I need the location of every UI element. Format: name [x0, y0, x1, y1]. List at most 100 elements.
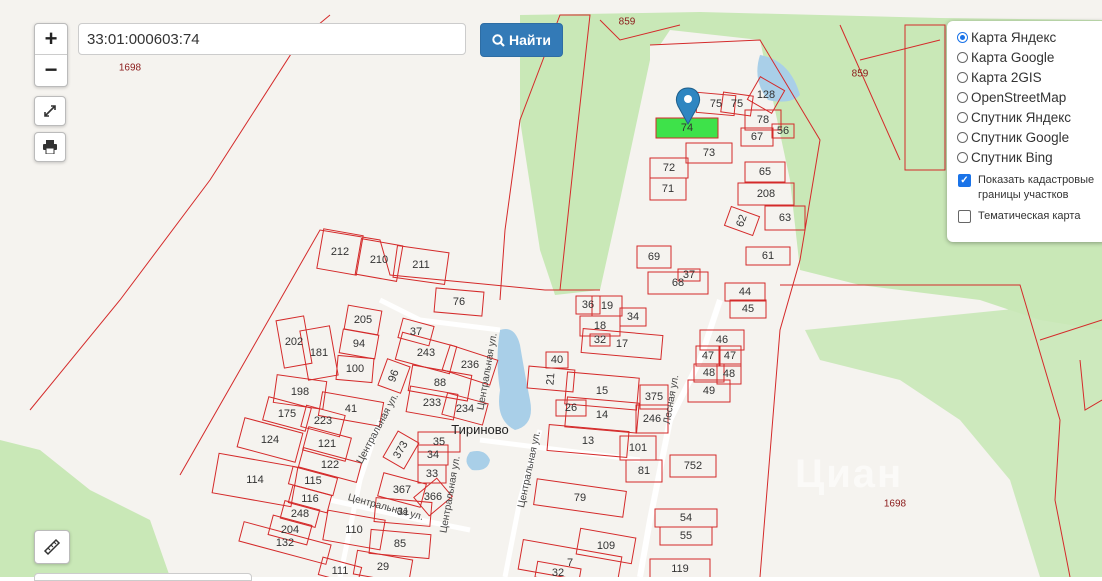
- plot-number-label: 75: [710, 98, 722, 110]
- plot-number-label: 211: [412, 259, 430, 271]
- plot-number-label: 88: [434, 377, 446, 389]
- layer-option[interactable]: Спутник Google: [957, 127, 1102, 147]
- plot-number-label: 35: [433, 436, 445, 448]
- plot-number-label: 85: [394, 538, 406, 550]
- place-label: Тириново: [451, 422, 509, 437]
- search-icon: [492, 33, 505, 47]
- checkbox-checked-icon[interactable]: [958, 174, 971, 187]
- plot-number-label: 223: [314, 415, 332, 427]
- zoom-in-button[interactable]: +: [35, 24, 67, 55]
- plot-number-label: 7: [567, 557, 573, 569]
- layer-option-label: Карта 2GIS: [971, 69, 1042, 85]
- plot-number-label: 367: [393, 484, 411, 496]
- plot-number-label: 55: [680, 530, 692, 542]
- search-button[interactable]: Найти: [480, 23, 563, 57]
- radio-icon[interactable]: [957, 111, 968, 123]
- plot-number-label: 205: [354, 314, 372, 326]
- plot-number-label: 73: [703, 147, 715, 159]
- plot-number-label: 81: [638, 465, 650, 477]
- bottom-panel-edge: [34, 573, 252, 581]
- plot-number-label: 79: [574, 492, 586, 504]
- plot-number-label: 114: [246, 474, 264, 486]
- plot-number-label: 204: [281, 524, 299, 536]
- layer-option[interactable]: Спутник Яндекс: [957, 107, 1102, 127]
- layer-option[interactable]: Карта 2GIS: [957, 67, 1102, 87]
- checkbox-unchecked-icon[interactable]: [958, 210, 971, 223]
- plot-number-label: 752: [684, 460, 702, 472]
- ruler-icon: [43, 538, 61, 556]
- plot-number-label: 111: [332, 565, 349, 577]
- plot-number-label: 46: [716, 334, 728, 346]
- layer-option[interactable]: Карта Google: [957, 47, 1102, 67]
- layer-panel: Карта Яндекс Карта Google Карта 2GIS OpenSt…: [947, 21, 1102, 242]
- plot-number-label: 110: [345, 524, 363, 536]
- show-cadastral-toggle[interactable]: Показать кадастровые границы участков: [957, 173, 1102, 203]
- plot-number-label: 45: [742, 303, 754, 315]
- plot-number-label: 198: [291, 386, 309, 398]
- plot-number-label: 47: [702, 350, 714, 362]
- plot-number-label: 67: [751, 131, 763, 143]
- plot-number-label: 101: [629, 442, 647, 454]
- fullscreen-button[interactable]: [34, 96, 66, 126]
- plot-number-label: 202: [285, 336, 303, 348]
- plot-number-label: 121: [318, 438, 336, 450]
- zoom-out-button[interactable]: −: [35, 55, 67, 85]
- plot-number-label: 36: [582, 299, 594, 311]
- plot-number-label: 375: [645, 391, 663, 403]
- plot-number-label: 37: [410, 326, 422, 338]
- layer-option-label: Спутник Google: [971, 129, 1070, 145]
- plot-number-label: 37: [683, 269, 695, 281]
- plot-number-label: 26: [565, 402, 577, 414]
- radio-icon[interactable]: [957, 51, 968, 63]
- plot-number-label: 48: [723, 368, 735, 380]
- radio-selected-icon[interactable]: [957, 31, 968, 43]
- print-button[interactable]: [34, 132, 66, 162]
- plot-number-label: 56: [777, 125, 789, 137]
- plot-number-label: 366: [424, 491, 442, 503]
- map-canvas[interactable]: 75 751287867 56747372 6571 20863626169683744…: [0, 0, 1102, 577]
- plot-number-label: 132: [276, 537, 294, 549]
- cadastral-number-input[interactable]: [78, 23, 466, 55]
- thematic-map-toggle[interactable]: Тематическая карта: [957, 209, 1102, 224]
- radio-icon[interactable]: [957, 151, 968, 163]
- plot-number-label: 78: [757, 114, 769, 126]
- plot-number-label: 115: [304, 475, 322, 487]
- plot-number-label: 175: [278, 408, 296, 420]
- plot-number-label: 119: [671, 563, 689, 575]
- radio-icon[interactable]: [957, 91, 968, 103]
- radio-icon[interactable]: [957, 131, 968, 143]
- radio-icon[interactable]: [957, 71, 968, 83]
- expand-icon: [44, 105, 56, 117]
- plot-number-label: 246: [643, 413, 661, 425]
- plot-number-label: 248: [291, 508, 309, 520]
- plot-number-label: 17: [616, 338, 628, 350]
- layer-option[interactable]: Спутник Bing: [957, 147, 1102, 167]
- plot-number-label: 21: [544, 372, 557, 385]
- plot-number-label: 109: [597, 540, 615, 552]
- layer-option[interactable]: OpenStreetMap: [957, 87, 1102, 107]
- plot-number-label: 40: [551, 354, 563, 366]
- search-button-label: Найти: [509, 32, 551, 48]
- plot-number-label: 47: [724, 350, 736, 362]
- plot-number-label: 181: [310, 347, 328, 359]
- plot-number-label: 212: [331, 246, 349, 258]
- plot-number-label: 49: [703, 385, 715, 397]
- watermark: Циан: [795, 452, 904, 496]
- plot-number-label: 124: [261, 434, 279, 446]
- thematic-map-label: Тематическая карта: [978, 210, 1081, 222]
- plot-number-label: 234: [456, 403, 474, 415]
- plot-number-label: 72: [663, 162, 675, 174]
- plot-number-label: 94: [353, 338, 365, 350]
- plot-number-label: 75: [731, 98, 743, 110]
- plot-number-label: 19: [601, 300, 613, 312]
- plot-number-label: 128: [757, 89, 775, 101]
- plot-number-label: 233: [423, 397, 441, 409]
- plot-number-label: 76: [453, 296, 465, 308]
- plot-number-label: 116: [301, 493, 319, 505]
- layer-option[interactable]: Карта Яндекс: [957, 27, 1102, 47]
- cadastral-map[interactable]: 75 75 128 78 67 56 74 73 72 65 71 208 63 62 61 69 68 37 44…: [0, 0, 1102, 577]
- plot-number-label: 236: [461, 359, 479, 371]
- layer-option-label: Карта Яндекс: [971, 29, 1057, 45]
- plot-number-label: 210: [370, 254, 388, 266]
- measure-button[interactable]: [34, 530, 70, 564]
